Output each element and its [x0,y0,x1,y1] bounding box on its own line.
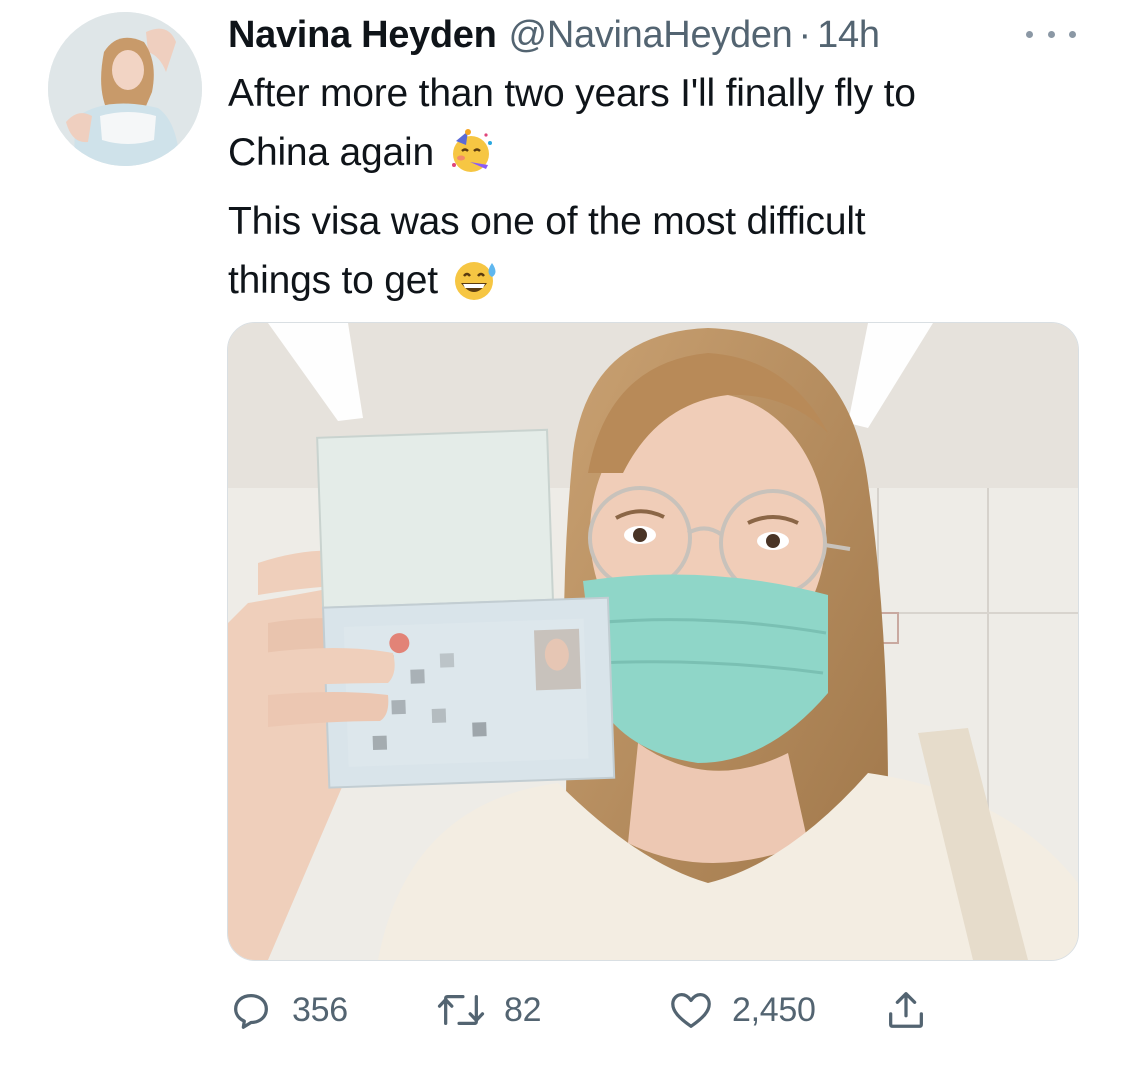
tweet-text-line: This visa was one of the most difficult [228,200,866,243]
avatar[interactable] [48,12,202,166]
tweet-text: After more than two years I'll finally f… [228,64,1088,320]
reply-button[interactable]: 356 [228,980,348,1040]
share-button[interactable] [883,980,929,1040]
reply-icon [228,987,274,1033]
separator-dot: · [798,14,812,56]
heart-icon [668,987,714,1033]
retweet-count: 82 [504,990,542,1029]
tweet[interactable]: Navina Heyden @NavinaHeyden · 14h After … [0,0,1125,1068]
more-horizontal-icon[interactable] [1026,22,1076,46]
tweet-actions: 356 82 2,450 [228,980,988,1040]
tweet-text-line: things to get [228,251,1088,320]
partying-face-emoji [448,129,494,192]
reply-count: 356 [292,990,348,1029]
tweet-timestamp[interactable]: 14h [817,10,880,60]
user-handle[interactable]: @NavinaHeyden [509,10,793,60]
retweet-icon [436,987,486,1033]
like-button[interactable]: 2,450 [668,980,816,1040]
share-icon [883,987,929,1033]
grinning-sweat-emoji [452,257,500,320]
retweet-button[interactable]: 82 [436,980,542,1040]
tweet-header: Navina Heyden @NavinaHeyden · 14h [228,10,1088,60]
tweet-photo[interactable] [227,322,1079,961]
like-count: 2,450 [732,990,816,1029]
tweet-text-line: After more than two years I'll finally f… [228,72,916,115]
tweet-text-line: China again [228,123,1088,192]
display-name[interactable]: Navina Heyden [228,10,497,60]
